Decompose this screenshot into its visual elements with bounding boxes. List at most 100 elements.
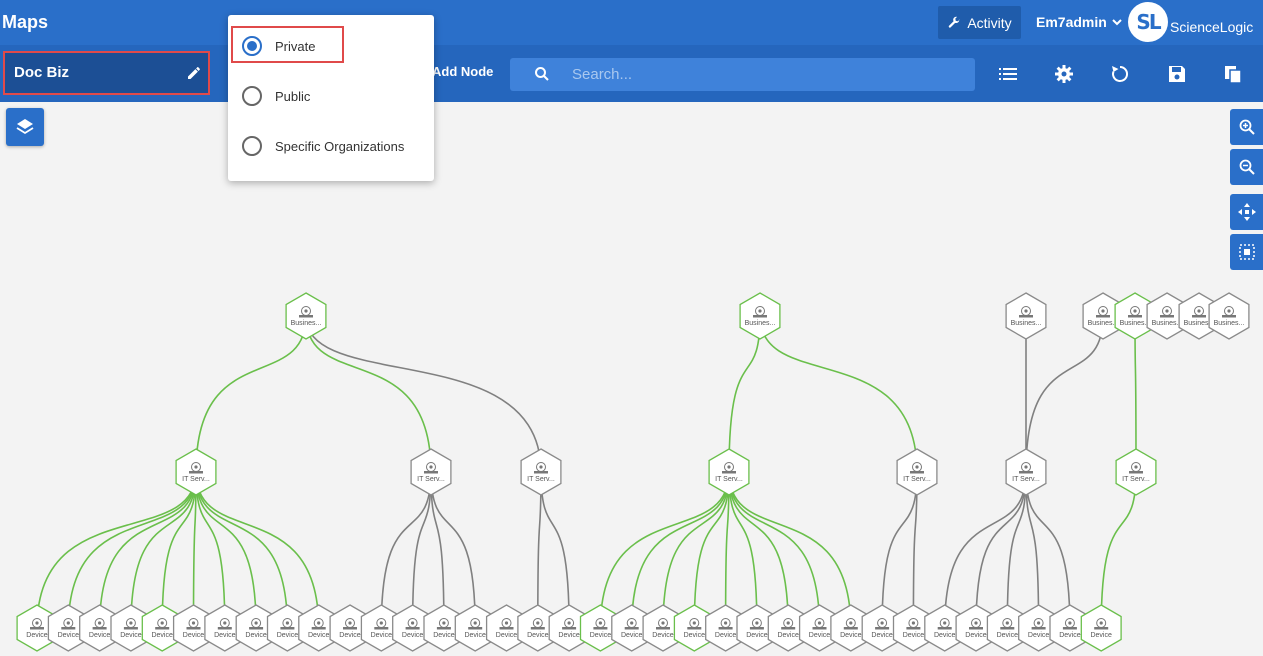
topology-link bbox=[630, 471, 730, 629]
copy-icon[interactable] bbox=[1222, 63, 1244, 85]
activity-label: Activity bbox=[967, 14, 1012, 31]
topology-link bbox=[195, 471, 257, 629]
node-label: Device bbox=[715, 632, 737, 639]
activity-button[interactable]: Activity bbox=[938, 6, 1021, 39]
node-label: Busines... bbox=[1011, 320, 1042, 327]
topology-link bbox=[975, 471, 1027, 629]
node-label: IT Serv... bbox=[715, 476, 743, 483]
save-icon[interactable] bbox=[1166, 63, 1188, 85]
list-icon[interactable] bbox=[997, 63, 1019, 85]
topology-link bbox=[305, 315, 542, 473]
app-title: Maps bbox=[2, 12, 49, 32]
topology-link bbox=[380, 471, 432, 629]
business-service-node[interactable]: Busines... bbox=[1005, 292, 1047, 340]
pan-button[interactable] bbox=[1230, 194, 1263, 230]
node-label: Device bbox=[903, 632, 925, 639]
node-label: Device bbox=[151, 632, 173, 639]
it-service-node[interactable]: IT Serv... bbox=[520, 448, 562, 496]
radio-private[interactable] bbox=[242, 36, 262, 56]
business-service-node[interactable]: Busines... bbox=[739, 292, 781, 340]
map-name-field[interactable]: Doc Biz bbox=[3, 51, 210, 95]
search-box[interactable] bbox=[510, 58, 975, 91]
topology-link bbox=[1025, 471, 1071, 629]
node-label: Device bbox=[1059, 632, 1081, 639]
topology-link bbox=[943, 471, 1027, 629]
it-service-node[interactable]: IT Serv... bbox=[410, 448, 452, 496]
it-service-node[interactable]: IT Serv... bbox=[1005, 448, 1047, 496]
node-label: Device bbox=[245, 632, 267, 639]
topology-link bbox=[195, 471, 320, 629]
user-menu[interactable]: Em7admin bbox=[1036, 14, 1123, 30]
map-toolbar: Doc Biz Add Node bbox=[0, 45, 1263, 102]
node-label: IT Serv... bbox=[1122, 476, 1150, 483]
node-label: Device bbox=[965, 632, 987, 639]
topology-link bbox=[130, 471, 197, 629]
node-label: Device bbox=[433, 632, 455, 639]
node-label: Device bbox=[26, 632, 48, 639]
option-private[interactable]: Private bbox=[242, 36, 315, 56]
refresh-icon[interactable] bbox=[1109, 63, 1131, 85]
node-label: Device bbox=[464, 632, 486, 639]
node-label: Busines... bbox=[745, 320, 776, 327]
pan-icon bbox=[1237, 203, 1256, 221]
node-label: Device bbox=[402, 632, 424, 639]
topology-link bbox=[195, 315, 307, 473]
topology-link bbox=[195, 471, 289, 629]
node-label: Device bbox=[590, 632, 612, 639]
node-label: Device bbox=[214, 632, 236, 639]
node-label: IT Serv... bbox=[182, 476, 210, 483]
search-icon bbox=[535, 67, 549, 81]
gear-icon[interactable] bbox=[1053, 63, 1075, 85]
topology-link bbox=[759, 315, 918, 473]
node-label: Device bbox=[652, 632, 674, 639]
node-label: Busines... bbox=[1120, 320, 1151, 327]
zoom-out-button[interactable] bbox=[1230, 149, 1263, 185]
device-node[interactable]: Device bbox=[1080, 604, 1122, 652]
business-service-node[interactable]: Busines... bbox=[285, 292, 327, 340]
zoom-in-button[interactable] bbox=[1230, 109, 1263, 145]
sciencelogic-logo: SL ScienceLogic bbox=[1128, 2, 1263, 42]
option-specific-organizations[interactable]: Specific Organizations bbox=[242, 136, 404, 156]
node-label: Device bbox=[339, 632, 361, 639]
radio-specific-organizations[interactable] bbox=[242, 136, 262, 156]
pencil-icon[interactable] bbox=[186, 65, 202, 81]
node-label: Device bbox=[746, 632, 768, 639]
fit-icon bbox=[1238, 244, 1255, 260]
it-service-node[interactable]: IT Serv... bbox=[708, 448, 750, 496]
node-label: Device bbox=[621, 632, 643, 639]
add-node-button[interactable]: Add Node bbox=[432, 64, 493, 79]
fit-to-screen-button[interactable] bbox=[1230, 234, 1263, 270]
it-service-node[interactable]: IT Serv... bbox=[896, 448, 938, 496]
node-label: Device bbox=[371, 632, 393, 639]
user-label: Em7admin bbox=[1036, 14, 1107, 30]
option-public[interactable]: Public bbox=[242, 86, 310, 106]
map-name-text: Doc Biz bbox=[14, 64, 70, 81]
topology-link bbox=[430, 471, 476, 629]
it-service-node[interactable]: IT Serv... bbox=[175, 448, 217, 496]
option-private-label: Private bbox=[275, 38, 316, 54]
node-label: Busines... bbox=[1088, 320, 1119, 327]
node-label: Device bbox=[777, 632, 799, 639]
business-service-node[interactable]: Busines... bbox=[1208, 292, 1250, 340]
node-label: Device bbox=[840, 632, 862, 639]
it-service-node[interactable]: IT Serv... bbox=[1115, 448, 1157, 496]
node-label: Device bbox=[183, 632, 205, 639]
node-label: IT Serv... bbox=[1012, 476, 1040, 483]
layers-button[interactable] bbox=[6, 108, 44, 146]
node-label: Device bbox=[809, 632, 831, 639]
radio-public[interactable] bbox=[242, 86, 262, 106]
node-label: IT Serv... bbox=[417, 476, 445, 483]
search-input[interactable] bbox=[572, 58, 962, 91]
node-label: Busines... bbox=[1214, 320, 1245, 327]
topology-link bbox=[1025, 315, 1104, 473]
topology-link bbox=[728, 471, 821, 629]
node-label: IT Serv... bbox=[903, 476, 931, 483]
topology-link bbox=[728, 471, 789, 629]
topology-link bbox=[728, 315, 761, 473]
topology-link bbox=[540, 471, 570, 629]
node-label: Device bbox=[496, 632, 518, 639]
chevron-down-icon bbox=[1112, 19, 1122, 26]
node-label: Device bbox=[120, 632, 142, 639]
node-label: Device bbox=[934, 632, 956, 639]
topology-link bbox=[1100, 471, 1137, 629]
